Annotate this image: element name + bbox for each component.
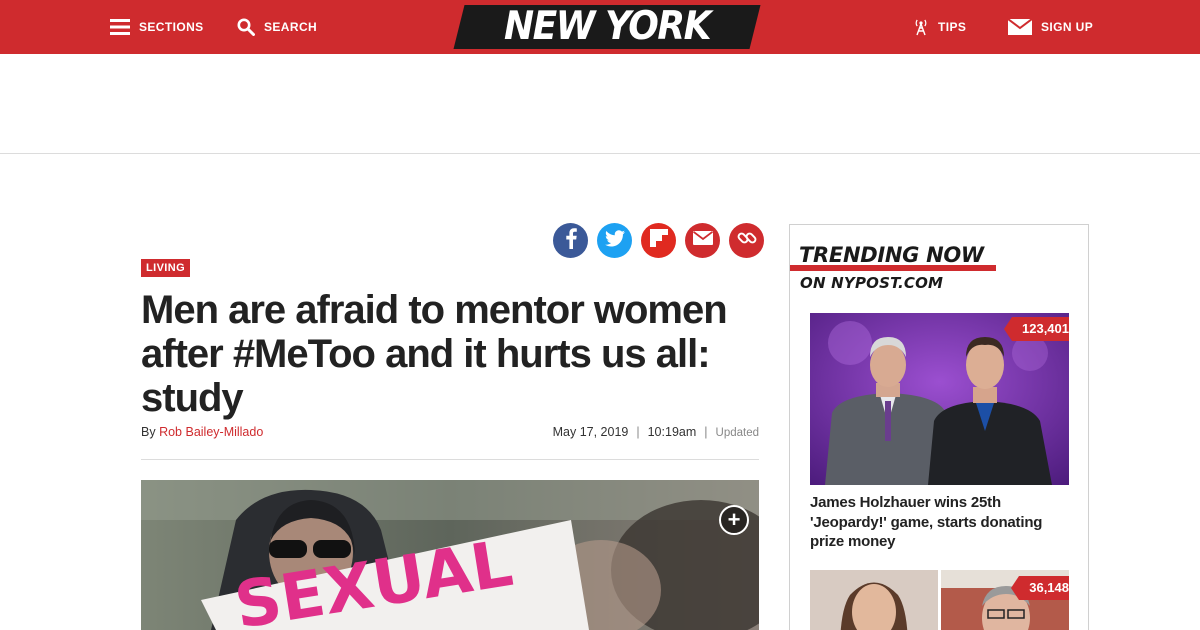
meta-separator: | [636, 425, 640, 439]
antenna-icon [913, 18, 929, 36]
new-york-post-logo[interactable]: NEW YORK POST [453, 4, 761, 96]
sign-up-label: SIGN UP [1041, 20, 1094, 34]
publish-date: May 17, 2019 [552, 425, 629, 439]
meta-separator: | [704, 425, 708, 439]
author-link[interactable]: Rob Bailey-Millado [159, 425, 263, 439]
hamburger-icon [110, 18, 130, 36]
search-button[interactable]: SEARCH [237, 0, 317, 54]
envelope-icon [1008, 19, 1032, 35]
facebook-icon [564, 227, 578, 254]
advertisement-banner-area [0, 54, 1200, 154]
facebook-share-button[interactable] [553, 223, 588, 258]
byline: By Rob Bailey-Millado [141, 425, 263, 439]
byline-prefix: By [141, 425, 156, 439]
sections-label: SECTIONS [139, 20, 204, 34]
sign-up-button[interactable]: SIGN UP [1008, 0, 1093, 54]
flipboard-icon [649, 229, 668, 252]
trending-item-image[interactable]: 36,148 [810, 570, 1069, 630]
twitter-icon [604, 229, 625, 252]
email-share-button[interactable] [685, 223, 720, 258]
sections-menu-button[interactable]: SECTIONS [110, 0, 204, 54]
updated-label: Updated [715, 427, 759, 439]
email-icon [692, 231, 713, 250]
view-count-badge: 36,148 [1011, 576, 1069, 600]
publish-time: 10:19am [647, 425, 697, 439]
copy-link-button[interactable] [729, 223, 764, 258]
search-label: SEARCH [264, 20, 318, 34]
section-tag[interactable]: LIVING [141, 259, 191, 277]
tips-label: TIPS [938, 20, 967, 34]
flipboard-share-button[interactable] [641, 223, 676, 258]
publish-meta: May 17, 2019 | 10:19am | Updated [553, 425, 759, 441]
divider [141, 459, 759, 460]
trending-title: TRENDING NOW [799, 243, 984, 267]
article-headline: Men are afraid to mentor women after #Me… [141, 288, 728, 420]
view-count-badge: 123,401 [1004, 317, 1069, 341]
article-photo[interactable]: SEXUAL [141, 480, 759, 630]
logo-text: NEW YORK POST [504, 4, 711, 96]
expand-photo-button[interactable]: + [719, 505, 749, 535]
top-navigation-bar: SECTIONS SEARCH NEW YORK POST TIPS SIGN … [0, 0, 1200, 96]
tips-button[interactable]: TIPS [913, 0, 966, 54]
trending-subtitle: ON NYPOST.COM [800, 274, 944, 292]
trending-item-headline[interactable]: James Holzhauer wins 25th 'Jeopardy!' ga… [810, 493, 1060, 552]
search-icon [237, 18, 255, 36]
plus-icon: + [727, 507, 741, 532]
twitter-share-button[interactable] [597, 223, 632, 258]
trending-item-image[interactable]: 123,401 [810, 313, 1069, 485]
trending-now-panel: TRENDING NOW ON NYPOST.COM 123,401 James… [789, 224, 1089, 630]
protest-photo-illustration: SEXUAL [141, 480, 759, 630]
link-icon [736, 227, 758, 254]
